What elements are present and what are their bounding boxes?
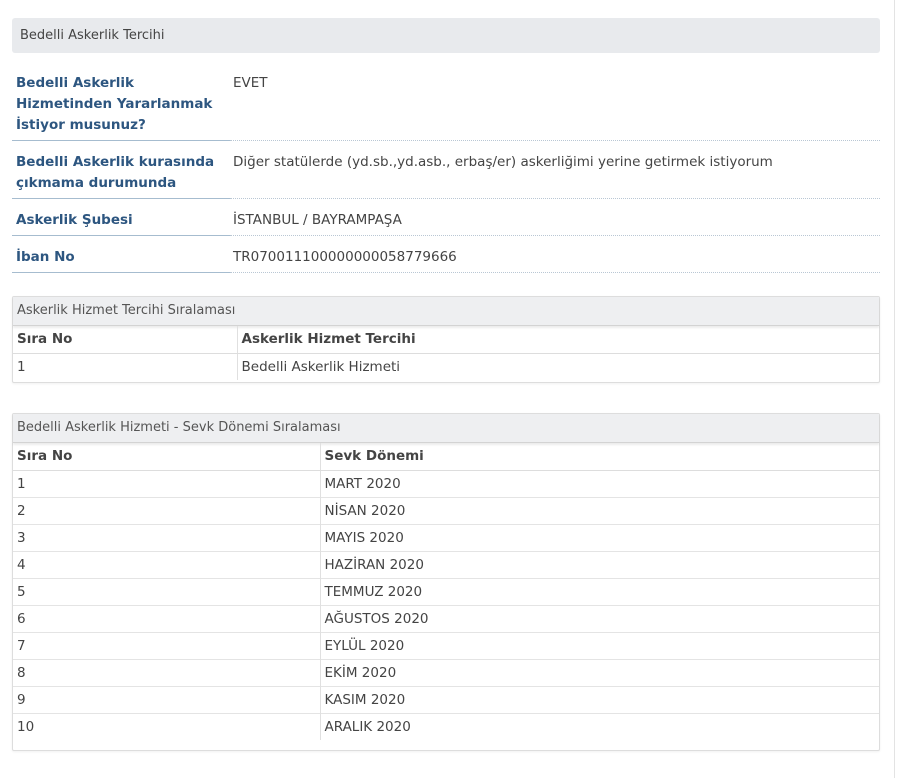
table-cell: 5	[13, 577, 320, 605]
dispatch-period-panel: Bedelli Askerlik Hizmeti - Sevk Dönemi S…	[12, 413, 880, 751]
field-label: İban No	[12, 247, 230, 273]
table-row: 3 MAYIS 2020	[13, 523, 879, 551]
scrollbar-track	[894, 0, 895, 778]
field-value: EVET	[230, 73, 880, 141]
table-cell: 1	[13, 352, 237, 380]
column-header: Sevk Dönemi	[319, 443, 879, 471]
table-cell: Bedelli Askerlik Hizmeti	[236, 352, 879, 380]
panel-title: Bedelli Askerlik Hizmeti - Sevk Dönemi S…	[13, 414, 879, 443]
field-row-bedelli-preference: Bedelli Askerlik Hizmetinden Yararlanmak…	[12, 73, 880, 141]
table-cell: 10	[13, 712, 320, 740]
table-header-row: Sıra No Sevk Dönemi	[13, 443, 879, 471]
table-cell: TEMMUZ 2020	[319, 577, 879, 605]
table-cell: EKİM 2020	[319, 658, 879, 686]
table-cell: AĞUSTOS 2020	[319, 604, 879, 632]
table-cell: 2	[13, 496, 320, 524]
field-value: İSTANBUL / BAYRAMPAŞA	[230, 210, 880, 236]
panel-title: Askerlik Hizmet Tercihi Sıralaması	[13, 297, 879, 326]
table-cell: NİSAN 2020	[319, 496, 879, 524]
table-cell: MART 2020	[319, 469, 879, 497]
service-preference-table: Sıra No Askerlik Hizmet Tercihi 1 Bedell…	[13, 326, 879, 380]
table-row: 9 KASIM 2020	[13, 685, 879, 713]
table-cell: MAYIS 2020	[319, 523, 879, 551]
table-cell: EYLÜL 2020	[319, 631, 879, 659]
page: Bedelli Askerlik Tercihi Bedelli Askerli…	[0, 0, 904, 778]
table-row: 6 AĞUSTOS 2020	[13, 604, 879, 632]
table-cell: HAZİRAN 2020	[319, 550, 879, 578]
table-row: 10 ARALIK 2020	[13, 712, 879, 740]
table-row: 1 MART 2020	[13, 469, 879, 497]
table-row: 8 EKİM 2020	[13, 658, 879, 686]
table-row: 1 Bedelli Askerlik Hizmeti	[13, 352, 879, 380]
table-cell: 4	[13, 550, 320, 578]
table-cell: 1	[13, 469, 320, 497]
column-header: Askerlik Hizmet Tercihi	[236, 326, 879, 354]
field-value: TR070011100000000058779666	[230, 247, 880, 273]
table-row: 7 EYLÜL 2020	[13, 631, 879, 659]
column-header: Sıra No	[13, 326, 237, 354]
table-row: 2 NİSAN 2020	[13, 496, 879, 524]
table-cell: KASIM 2020	[319, 685, 879, 713]
field-row-iban: İban No TR070011100000000058779666	[12, 247, 880, 273]
field-label: Askerlik Şubesi	[12, 210, 230, 236]
table-cell: 7	[13, 631, 320, 659]
section-header: Bedelli Askerlik Tercihi	[12, 18, 880, 53]
table-cell: 6	[13, 604, 320, 632]
table-cell: 3	[13, 523, 320, 551]
field-row-military-branch: Askerlik Şubesi İSTANBUL / BAYRAMPAŞA	[12, 210, 880, 236]
table-cell: 9	[13, 685, 320, 713]
field-row-lottery-outcome: Bedelli Askerlik kurasında çıkmama durum…	[12, 152, 880, 199]
table-row: 4 HAZİRAN 2020	[13, 550, 879, 578]
dispatch-period-table: Sıra No Sevk Dönemi 1 MART 2020 2 NİSAN …	[13, 443, 879, 740]
field-value: Diğer statülerde (yd.sb.,yd.asb., erbaş/…	[230, 152, 880, 199]
table-cell: ARALIK 2020	[319, 712, 879, 740]
table-header-row: Sıra No Askerlik Hizmet Tercihi	[13, 326, 879, 354]
table-cell: 8	[13, 658, 320, 686]
field-label: Bedelli Askerlik Hizmetinden Yararlanmak…	[12, 73, 230, 141]
table-row: 5 TEMMUZ 2020	[13, 577, 879, 605]
column-header: Sıra No	[13, 443, 320, 471]
field-label: Bedelli Askerlik kurasında çıkmama durum…	[12, 152, 230, 199]
service-preference-panel: Askerlik Hizmet Tercihi Sıralaması Sıra …	[12, 296, 880, 383]
